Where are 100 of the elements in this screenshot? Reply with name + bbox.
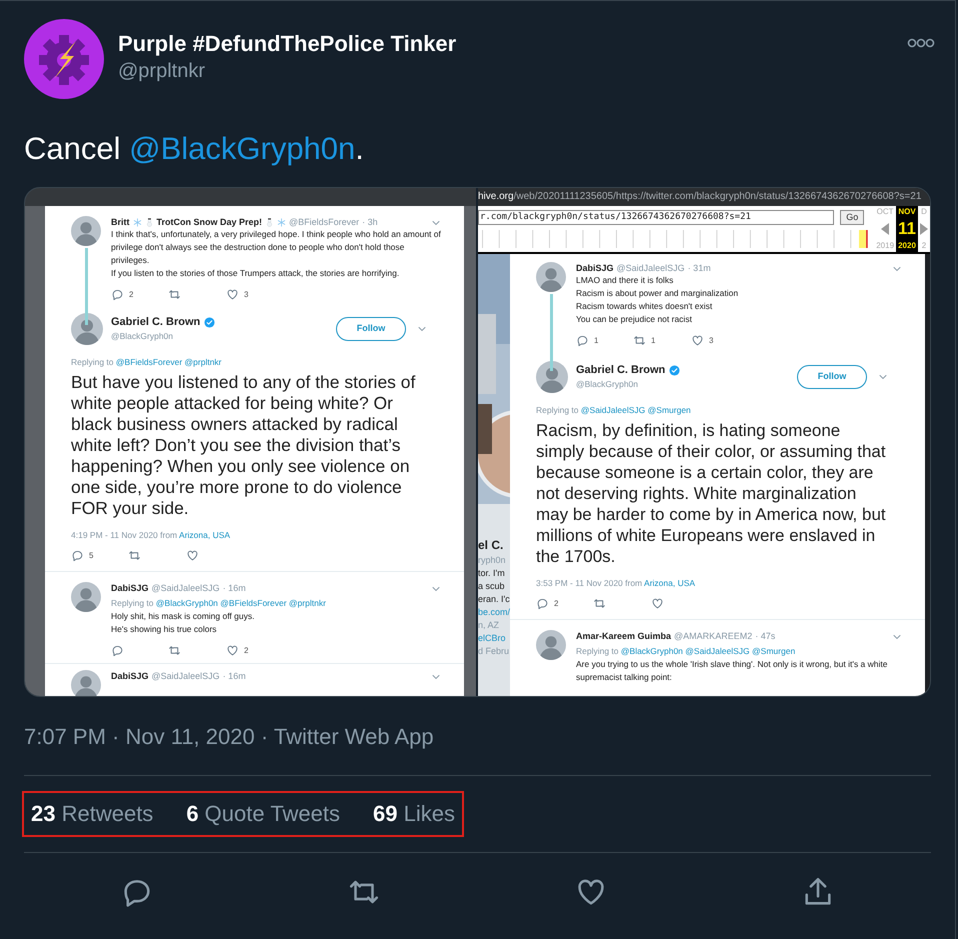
- stat-link[interactable]: 6 Quote Tweets: [186, 800, 340, 828]
- mention-link[interactable]: @BlackGryph0n: [129, 131, 356, 166]
- avatar-icon[interactable]: [71, 670, 101, 696]
- user-name[interactable]: DabiSJG: [576, 262, 614, 274]
- reply-text: I think that's, unfortunately, a very privileged hope. I think people who hold an amount of privilege don't always see the destruction done to people who don't hold those privileges.: [111, 228, 442, 267]
- mention-link[interactable]: @prpltnkr: [184, 357, 222, 367]
- user-handle[interactable]: @BlackGryph0n: [576, 377, 797, 391]
- post-time[interactable]: · 31m: [688, 262, 711, 274]
- reply-text: He's showing his true colors: [111, 623, 218, 636]
- reply-icon[interactable]: [71, 549, 84, 562]
- reply-icon[interactable]: [111, 288, 124, 301]
- user-name[interactable]: Gabriel C. Brown: [576, 363, 666, 377]
- calendar-month: NOV: [898, 207, 916, 217]
- location-link[interactable]: Arizona, USA: [179, 530, 230, 540]
- page-text: eran. I'c: [478, 594, 510, 604]
- like-icon[interactable]: [186, 549, 199, 562]
- user-handle[interactable]: @BFieldsForever: [289, 216, 360, 228]
- mention-link[interactable]: @BlackGryph0n: [156, 598, 218, 608]
- author-handle[interactable]: @prpltnkr: [118, 58, 907, 84]
- avatar-icon[interactable]: [71, 216, 101, 246]
- mention-link[interactable]: @SaidJaleelSJG: [685, 646, 750, 656]
- like-icon[interactable]: [691, 334, 704, 347]
- retweet-icon[interactable]: [168, 288, 181, 301]
- calendar-year: 2: [922, 241, 926, 251]
- post-time[interactable]: · 16m: [222, 670, 246, 682]
- author-name[interactable]: Purple #DefundThePolice Tinker: [118, 30, 907, 58]
- calendar-year: 2019: [876, 241, 894, 251]
- page-text: d Febru: [478, 646, 510, 656]
- replying-to: Replying to @BlackGryph0n @SaidJaleelSJG @Smurgen: [576, 645, 796, 658]
- retweet-icon[interactable]: [593, 597, 606, 610]
- mention-link[interactable]: @Smurgen: [752, 646, 796, 656]
- left-arrow-icon[interactable]: [881, 223, 890, 235]
- likes-count: 2: [244, 644, 248, 656]
- calendar-month: OCT: [876, 207, 894, 217]
- user-handle[interactable]: @SaidJaleelSJG: [152, 670, 220, 682]
- page-text: elCBro: [478, 633, 507, 643]
- post-text: But have you listened to any of the stories of white people attacked for being white? Or black business owners attacked by radical white left? Don’t you see the division that’s happening? When you only see violence on one side, you’re more prone to do violence FOR your side.: [71, 372, 416, 519]
- url-field[interactable]: r.com/blackgryph0n/status/1326674362670276608?s=21: [478, 210, 834, 224]
- page-text: el C.: [478, 538, 504, 552]
- user-name[interactable]: Britt: [111, 216, 130, 228]
- mention-link[interactable]: @prpltnkr: [288, 598, 326, 608]
- user-handle[interactable]: @SaidJaleelSJG: [152, 582, 220, 594]
- user-name[interactable]: DabiSJG: [111, 670, 149, 682]
- stat-link[interactable]: 69 Likes: [373, 800, 455, 828]
- retweet-icon[interactable]: [633, 334, 646, 347]
- go-button[interactable]: Go: [840, 210, 864, 224]
- follow-button[interactable]: Follow: [336, 317, 406, 341]
- archive-url: hive.org/web/20201111235605/https://twitter.com/blackgryph0n/status/1326674362670276608?s=21: [478, 188, 930, 206]
- reply-text: Holy shit, his mask is coming off guys.: [111, 610, 256, 623]
- reply-text: You can be prejudice not racist: [576, 313, 693, 326]
- reply-text: Are you trying to us the whole 'Irish slave thing'. Not only is it wrong, but it's a white supremacist talking point:: [576, 658, 888, 684]
- user-handle[interactable]: @AMARKAREEM2: [674, 630, 752, 642]
- mention-link[interactable]: @BFieldsForever: [116, 357, 182, 367]
- post-timestamp: 4:19 PM - 11 Nov 2020 from Arizona, USA: [71, 529, 232, 541]
- right-arrow-icon[interactable]: [920, 223, 928, 235]
- user-handle[interactable]: @BlackGryph0n: [111, 329, 336, 343]
- mention-link[interactable]: @BFieldsForever: [220, 598, 287, 608]
- avatar-icon[interactable]: [71, 582, 101, 612]
- post-timestamp: 3:53 PM - 11 Nov 2020 from Arizona, USA: [536, 577, 696, 589]
- stat-link[interactable]: 23 Retweets: [31, 800, 154, 828]
- calendar-column[interactable]: OCT 2019: [874, 206, 896, 252]
- avatar-icon[interactable]: [536, 262, 566, 292]
- tweet-timestamp: 7:07 PM · Nov 11, 2020 · Twitter Web App: [24, 723, 435, 751]
- user-name[interactable]: Amar-Kareem Guimba: [576, 630, 672, 642]
- reply-text: Racism is about power and marginalization: [576, 287, 740, 300]
- mention-link[interactable]: @SaidJaleelSJG: [580, 405, 646, 415]
- user-name[interactable]: DabiSJG: [111, 582, 149, 594]
- reply-text: If you listen to the stories of those Trumpers attack, the stories are horrifying.: [111, 267, 400, 280]
- page-text: a scub: [478, 581, 506, 591]
- reply-icon[interactable]: [536, 597, 549, 610]
- follow-button[interactable]: Follow: [797, 365, 867, 389]
- post-time[interactable]: · 16m: [222, 582, 246, 594]
- calendar-year: 2020: [898, 241, 916, 251]
- page-text: ryph0n: [478, 555, 507, 565]
- mention-link[interactable]: @BlackGryph0n: [620, 646, 683, 656]
- avatar-icon[interactable]: [536, 361, 568, 393]
- retweet-icon[interactable]: [168, 644, 181, 657]
- user-handle[interactable]: @SaidJaleelSJG: [616, 262, 685, 274]
- location-link[interactable]: Arizona, USA: [644, 578, 696, 588]
- retweet-icon[interactable]: [128, 549, 141, 562]
- user-name[interactable]: Gabriel C. Brown: [111, 315, 200, 329]
- avatar-icon[interactable]: [71, 313, 103, 345]
- like-icon[interactable]: [226, 288, 239, 301]
- calendar-column[interactable]: D 2: [918, 206, 930, 252]
- calendar-month: D: [921, 207, 927, 217]
- page-text: tor. I'm: [478, 568, 506, 578]
- avatar-icon[interactable]: [536, 630, 566, 660]
- like-icon[interactable]: [651, 597, 664, 610]
- page-text: n, AZ: [478, 620, 500, 630]
- reply-icon[interactable]: [111, 644, 124, 657]
- post-time[interactable]: · 3h: [362, 216, 378, 228]
- user-name[interactable]: TrotCon Snow Day Prep!: [156, 216, 262, 228]
- calendar-column[interactable]: NOV 11 2020: [896, 206, 918, 252]
- calendar-day: 11: [898, 220, 916, 238]
- more-icon[interactable]: [907, 37, 935, 49]
- like-icon[interactable]: [226, 644, 239, 657]
- post-time[interactable]: · 47s: [755, 630, 776, 642]
- mention-link[interactable]: @Smurgen: [648, 405, 691, 415]
- gear-bolt-avatar-icon[interactable]: [24, 19, 104, 99]
- reply-icon[interactable]: [576, 334, 589, 347]
